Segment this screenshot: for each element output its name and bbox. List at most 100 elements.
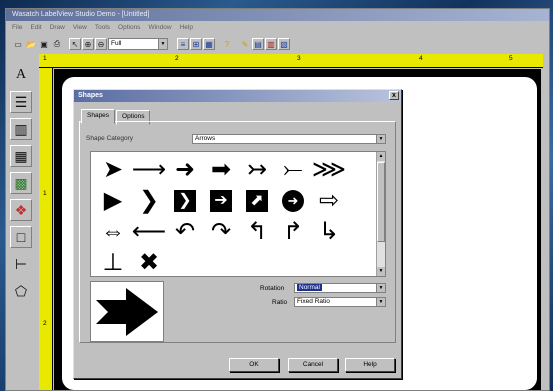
align-left-icon[interactable]: ≡ xyxy=(177,38,189,50)
paragraph-tool-icon[interactable]: ☰ xyxy=(10,91,32,113)
curved-back-arrow-icon[interactable]: ↶ xyxy=(167,216,203,247)
wand-icon[interactable]: ✎ xyxy=(239,38,251,50)
menu-file[interactable]: File xyxy=(12,24,22,31)
rotation-label: Rotation xyxy=(260,285,285,292)
shape-gallery[interactable]: ➤ ⟶ ➜ ➡ ↣ ⤚ ⋙ ▶ ❯ ❯ ➔ ⬈ ➜ ⇨ ⇔ ⟵ ↶ ↷ ↰ ↱ ↳ ⊥ ✖ ▲ ▼ xyxy=(90,151,386,277)
ruler-mark: 4 xyxy=(419,55,423,62)
dialog-title-text: Shapes xyxy=(78,92,103,99)
ratio-select[interactable]: Fixed Ratio ▼ xyxy=(294,297,386,307)
shape-preview xyxy=(90,281,164,342)
notched-chevron-icon[interactable]: ▶ xyxy=(95,185,131,216)
drawing-toolbar: A ☰ ▥ ▦ ▩ ❖ □ ⊢ ⬠ xyxy=(8,64,34,307)
zoom-in-icon[interactable]: ⊕ xyxy=(82,38,94,50)
outline-arrow-icon[interactable]: ⇨ xyxy=(311,185,347,216)
chevron-arrow-icon[interactable]: ➤ xyxy=(95,154,131,185)
thin-arrow-icon[interactable]: ⟶ xyxy=(131,154,167,185)
new-file-icon[interactable]: ▭ xyxy=(12,38,24,50)
medium-arrow-icon[interactable]: ➜ xyxy=(167,154,203,185)
table-icon[interactable]: ▦ xyxy=(203,38,215,50)
menu-options[interactable]: Options xyxy=(118,24,140,31)
ruler-mark: 3 xyxy=(297,55,301,62)
image-tool-icon[interactable]: ▩ xyxy=(10,172,32,194)
curved-forward-arrow-icon[interactable]: ↷ xyxy=(203,216,239,247)
menu-draw[interactable]: Draw xyxy=(50,24,65,31)
chevron-icon[interactable]: ❯ xyxy=(131,185,167,216)
chevron-down-icon: ▼ xyxy=(376,298,385,306)
rectangle-tool-icon[interactable]: □ xyxy=(10,226,32,248)
preview-arrow-icon xyxy=(96,287,158,336)
scroll-up-icon[interactable]: ▲ xyxy=(377,152,385,161)
barcode-tool-icon[interactable]: ▥ xyxy=(10,118,32,140)
gallery-scrollbar[interactable]: ▲ ▼ xyxy=(376,152,385,276)
menu-bar: File Edit Draw View Tools Options Window… xyxy=(6,22,549,33)
menu-view[interactable]: View xyxy=(73,24,87,31)
shape-category-label: Shape Category xyxy=(86,135,133,142)
tab-shapes[interactable]: Shapes xyxy=(81,109,116,124)
corner-left-arrow-icon[interactable]: ↰ xyxy=(239,216,275,247)
arrow-with-tail-icon[interactable]: ⤚ xyxy=(275,154,311,185)
rotation-value: Normal xyxy=(297,284,322,291)
circled-arrow-glyph: ➜ xyxy=(282,189,304,212)
cancel-button[interactable]: Cancel xyxy=(288,358,338,372)
vertical-ruler: 1 2 xyxy=(39,68,53,390)
rotation-select[interactable]: Normal ▼ xyxy=(294,283,386,293)
corner-right-arrow-icon[interactable]: ↱ xyxy=(275,216,311,247)
ratio-value: Fixed Ratio xyxy=(297,298,330,305)
split-arrow-icon[interactable]: ⊥ xyxy=(95,247,131,276)
polygon-tool-icon[interactable]: ⬠ xyxy=(10,280,32,302)
zoom-select[interactable]: Full ▼ xyxy=(108,38,168,50)
long-dash-arrow-icon[interactable]: ⟵ xyxy=(131,216,167,247)
grid-icon[interactable]: ⊞ xyxy=(190,38,202,50)
menu-help[interactable]: Help xyxy=(180,24,193,31)
close-icon[interactable]: x xyxy=(389,91,399,100)
barcode2-tool-icon[interactable]: ▦ xyxy=(10,145,32,167)
ruler-mark: 1 xyxy=(43,55,47,62)
horizontal-ruler: 1 2 3 4 5 xyxy=(39,54,543,68)
boxed-chevron-glyph: ❯ xyxy=(174,189,196,212)
turn-down-right-arrow-icon[interactable]: ↳ xyxy=(311,216,347,247)
menu-edit[interactable]: Edit xyxy=(30,24,41,31)
ruler-mark: 1 xyxy=(43,190,47,197)
print-icon[interactable]: ⎙ xyxy=(51,38,63,50)
boxed-arrow-diagonal-glyph: ⬈ xyxy=(246,189,268,212)
boxed-arrow-right-glyph: ➔ xyxy=(210,189,232,212)
open-folder-icon[interactable]: 📂 xyxy=(25,38,37,50)
chevron-down-icon: ▼ xyxy=(376,284,385,292)
text-tool-icon[interactable]: A xyxy=(10,64,32,86)
boxed-arrow-diagonal-icon[interactable]: ⬈ xyxy=(239,185,275,216)
app-title: Wasatch LabelView Studio Demo - [Untitle… xyxy=(6,9,549,21)
boxed-arrow-right-icon[interactable]: ➔ xyxy=(203,185,239,216)
menu-tools[interactable]: Tools xyxy=(95,24,110,31)
feathered-arrow-icon[interactable]: ⋙ xyxy=(311,154,347,185)
boxed-chevron-icon[interactable]: ❯ xyxy=(167,185,203,216)
ratio-label: Ratio xyxy=(272,299,288,306)
ok-button[interactable]: OK xyxy=(229,358,279,372)
shapes-dialog: Shapes x Shapes Options Shape Category Ar… xyxy=(73,89,402,379)
tailed-arrow-icon[interactable]: ↣ xyxy=(239,154,275,185)
scroll-thumb[interactable] xyxy=(377,162,385,242)
ruler-mark: 2 xyxy=(175,55,179,62)
line-tool-icon[interactable]: ⊢ xyxy=(10,253,32,275)
zoom-value: Full xyxy=(111,40,122,47)
ruler-mark: 5 xyxy=(509,55,513,62)
form-icon[interactable]: ▥ xyxy=(265,38,277,50)
shape-category-value: Arrows xyxy=(195,135,216,142)
help-button[interactable]: Help xyxy=(345,358,395,372)
menu-window[interactable]: Window xyxy=(148,24,171,31)
double-arrow-icon[interactable]: ⇔ xyxy=(95,216,131,247)
zoom-out-icon[interactable]: ⊖ xyxy=(95,38,107,50)
database-icon[interactable]: ▤ xyxy=(252,38,264,50)
scroll-down-icon[interactable]: ▼ xyxy=(377,267,385,276)
shape-category-select[interactable]: Arrows ▼ xyxy=(192,134,386,144)
select-pointer-icon[interactable]: ↖ xyxy=(69,38,81,50)
bold-arrow-icon[interactable]: ➡ xyxy=(203,154,239,185)
shapes-tool-icon[interactable]: ❖ xyxy=(10,199,32,221)
save-icon[interactable]: ▣ xyxy=(38,38,50,50)
chevron-down-icon: ▼ xyxy=(376,135,385,143)
ruler-mark: 2 xyxy=(43,320,47,327)
main-toolbar: ▭ 📂 ▣ ⎙ ↖ ⊕ ⊖ Full ▼ ≡ ⊞ ▦ ? ✎ ▤ ▥ ▧ xyxy=(6,36,549,52)
cross-arrow-icon[interactable]: ✖ xyxy=(131,247,167,276)
circled-arrow-icon[interactable]: ➜ xyxy=(275,185,311,216)
properties-icon[interactable]: ▧ xyxy=(278,38,290,50)
help-icon[interactable]: ? xyxy=(221,38,233,50)
